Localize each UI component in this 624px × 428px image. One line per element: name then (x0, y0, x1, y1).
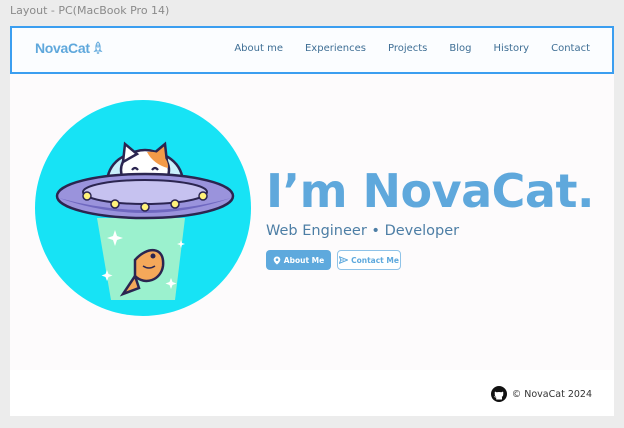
nav-blog[interactable]: Blog (449, 43, 471, 54)
nav-contact[interactable]: Contact (551, 43, 590, 54)
navbar: NovaCat About me Experiences Projects Bl… (10, 26, 614, 74)
page-frame: NovaCat About me Experiences Projects Bl… (10, 26, 614, 416)
nav-projects[interactable]: Projects (388, 43, 427, 54)
about-me-button[interactable]: About Me (266, 250, 331, 270)
nav-menu: About me Experiences Projects Blog Histo… (212, 43, 590, 54)
cat-ufo-illustration (35, 100, 251, 316)
rocket-icon (93, 41, 103, 54)
nav-about-me[interactable]: About me (234, 43, 283, 54)
brand-name: NovaCat (35, 40, 90, 56)
github-icon[interactable] (490, 386, 507, 402)
copyright-text: © NovaCat 2024 (511, 388, 592, 400)
contact-me-button[interactable]: Contact Me (337, 250, 401, 270)
hero-subtitle: Web Engineer • Developer (266, 223, 460, 239)
footer: © NovaCat 2024 (10, 370, 614, 416)
nav-history[interactable]: History (494, 43, 530, 54)
hero-title: I’m NovaCat. (266, 164, 594, 218)
map-pin-icon (273, 256, 281, 264)
send-icon (339, 256, 349, 264)
contact-me-button-label: Contact Me (351, 255, 399, 265)
brand-logo[interactable]: NovaCat (35, 40, 104, 56)
about-me-button-label: About Me (283, 255, 325, 265)
frame-label: Layout - PC(MacBook Pro 14) (10, 4, 170, 17)
nav-experiences[interactable]: Experiences (305, 43, 366, 54)
